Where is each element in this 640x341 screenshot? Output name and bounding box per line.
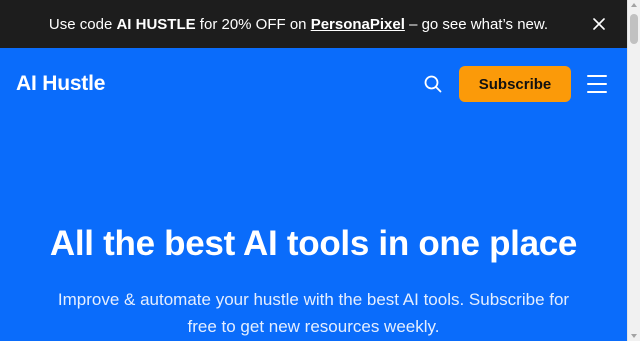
promo-middle: for 20% OFF on — [195, 15, 311, 33]
hero-subtext-line-2: free to get new resources weekly. — [187, 317, 440, 336]
menu-line — [587, 83, 607, 85]
site-logo[interactable]: AI Hustle — [16, 72, 105, 96]
promo-banner: Use code AI HUSTLE for 20% OFF on Person… — [0, 0, 627, 48]
menu-icon[interactable] — [587, 72, 611, 96]
nav-actions: Subscribe — [421, 66, 611, 102]
page-scrollbar[interactable] — [627, 0, 640, 341]
close-icon[interactable] — [589, 14, 609, 34]
promo-link[interactable]: PersonaPixel — [311, 16, 405, 33]
scroll-thumb[interactable] — [630, 14, 638, 44]
menu-line — [587, 91, 607, 93]
search-icon[interactable] — [421, 72, 445, 96]
hero-headline: All the best AI tools in one place — [49, 224, 578, 263]
promo-suffix: – go see what’s new. — [404, 15, 549, 33]
hero-subtext: Improve & automate your hustle with the … — [12, 286, 615, 340]
hero-section: AI Hustle Subscribe All the best AI tool… — [0, 48, 627, 341]
page-viewport: Use code AI HUSTLE for 20% OFF on Person… — [0, 0, 627, 341]
scroll-down-arrow-icon[interactable] — [631, 334, 637, 338]
promo-code: AI HUSTLE — [116, 15, 196, 33]
hero-subtext-line-1: Improve & automate your hustle with the … — [57, 290, 570, 309]
top-navigation: AI Hustle Subscribe — [0, 48, 627, 120]
menu-line — [587, 75, 607, 77]
promo-prefix: Use code — [48, 15, 117, 33]
promo-text: Use code AI HUSTLE for 20% OFF on Person… — [49, 16, 548, 33]
scroll-up-arrow-icon[interactable] — [631, 3, 637, 7]
subscribe-button[interactable]: Subscribe — [459, 66, 571, 102]
